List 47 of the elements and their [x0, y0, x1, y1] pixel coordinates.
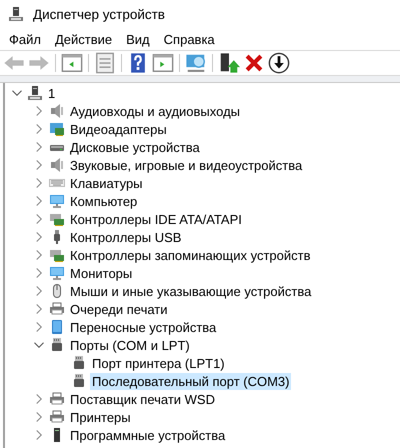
- printer-icon: [49, 301, 65, 317]
- menu-item[interactable]: Вид: [121, 32, 159, 46]
- window-icon[interactable]: [152, 52, 174, 74]
- tree-item[interactable]: Порт принтера (LPT1): [90, 354, 227, 372]
- document-icon[interactable]: [94, 52, 116, 74]
- tree-item[interactable]: Контроллеры IDE ATA/ATAPI: [68, 210, 244, 228]
- tree-item[interactable]: Поставщик печати WSD: [68, 390, 217, 408]
- tree-item[interactable]: Принтеры: [68, 408, 133, 426]
- tree-item[interactable]: Видеоадаптеры: [68, 120, 169, 138]
- tree-item[interactable]: Порты (COM и LPT): [68, 336, 192, 354]
- tree-item[interactable]: Аудиовходы и аудиовыходы: [68, 102, 242, 120]
- controller-card-icon: [49, 211, 65, 227]
- tree-item[interactable]: Контроллеры USB: [68, 228, 184, 246]
- window-icon[interactable]: [61, 52, 83, 74]
- monitor-icon: [49, 193, 65, 209]
- tree-item[interactable]: Мыши и иные указывающие устройства: [68, 282, 314, 300]
- speaker-icon: [49, 157, 65, 173]
- network-node-icon: [27, 85, 43, 101]
- tree-item[interactable]: Переносные устройства: [68, 318, 218, 336]
- tree-item[interactable]: Звуковые, игровые и видеоустройства: [68, 156, 304, 174]
- plug-icon: [71, 355, 87, 371]
- menu-item[interactable]: Файл: [4, 32, 50, 46]
- tree-item[interactable]: Очереди печати: [68, 300, 170, 318]
- tree-item[interactable]: 1: [46, 84, 58, 102]
- tree-item[interactable]: Компьютер: [68, 192, 140, 210]
- printer-icon: [49, 409, 65, 425]
- printer-icon: [49, 391, 65, 407]
- monitor-icon: [49, 265, 65, 281]
- tablet-icon: [49, 319, 65, 335]
- display-card-icon: [49, 121, 65, 137]
- computer-arrow-icon[interactable]: [218, 52, 240, 74]
- tree-item[interactable]: Клавиатуры: [68, 174, 145, 192]
- plug-icon: [49, 337, 65, 353]
- tree-item[interactable]: Мониторы: [68, 264, 134, 282]
- monitor-search-icon[interactable]: [185, 52, 207, 74]
- close-icon[interactable]: [243, 52, 265, 74]
- tree-item[interactable]: Программные устройства: [68, 426, 228, 444]
- tree-item[interactable]: Дисковые устройства: [68, 138, 202, 156]
- window-title: Диспетчер устройств: [33, 6, 165, 22]
- plug-icon: [71, 373, 87, 389]
- tree-item[interactable]: Контроллеры запоминающих устройств: [68, 246, 312, 264]
- speaker-icon: [49, 103, 65, 119]
- network-node-icon: [8, 6, 24, 22]
- menu-item[interactable]: Действие: [50, 32, 122, 46]
- controller-card-icon: [49, 247, 65, 263]
- menu-item[interactable]: Справка: [158, 32, 224, 46]
- tree-item[interactable]: Последовательный порт (COM3): [90, 372, 292, 390]
